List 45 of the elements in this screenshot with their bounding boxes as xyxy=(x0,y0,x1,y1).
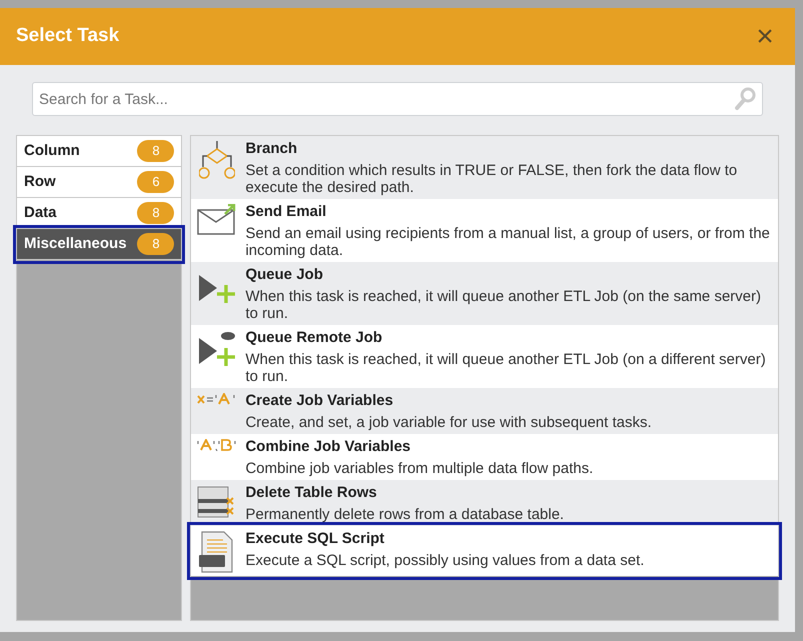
count-badge: 8 xyxy=(137,233,174,255)
close-button[interactable]: × xyxy=(751,22,779,50)
task-description: Execute a SQL script, possibly using values from a data set. xyxy=(245,552,644,569)
category-label: Row xyxy=(24,172,56,192)
count-badge: 6 xyxy=(137,171,174,193)
count-badge: 8 xyxy=(137,140,174,162)
search-field[interactable]: Search for a Task... xyxy=(32,82,763,116)
category-label: Miscellaneous xyxy=(24,234,127,254)
task-item[interactable]: Send Email Send an email using recipients from a manual list, a group of users, or from the incoming data. xyxy=(191,199,778,262)
task-item[interactable]: Branch Set a condition which results in TRUE or FALSE, then fork the data flow to execute the desired path. xyxy=(191,136,778,199)
category-item[interactable]: Data 8 xyxy=(17,198,182,229)
task-item[interactable]: Create Job Variables Create, and set, a job variable for use with subsequent tasks. xyxy=(191,388,778,434)
dialog-title: Select Task xyxy=(16,24,120,48)
task-item[interactable]: Queue Remote Job When this task is reached, it will queue another ETL Job (on a different server) to run. xyxy=(191,325,778,388)
task-title: Combine Job Variables xyxy=(245,437,412,456)
search-icon[interactable] xyxy=(734,87,756,111)
task-title: Execute SQL Script xyxy=(245,529,386,548)
task-description: When this task is reached, it will queue another ETL Job (on the same server) to run. xyxy=(245,288,762,322)
task-title: Delete Table Rows xyxy=(245,483,378,502)
task-description: Set a condition which results in TRUE or FALSE, then fork the data flow to execute the desired path. xyxy=(245,162,738,196)
envelope-icon xyxy=(197,204,238,236)
category-label: Data xyxy=(24,202,57,223)
task-item[interactable]: Combine Job Variables Combine job variables from multiple data flow paths. xyxy=(191,434,778,480)
task-description: Send an email using recipients from a manual list, a group of users, or from the incoming data. xyxy=(245,225,771,259)
assign-icon xyxy=(197,393,238,405)
task-title: Send Email xyxy=(245,202,328,221)
branch-icon xyxy=(199,141,236,181)
count-badge: 8 xyxy=(137,202,174,224)
task-item[interactable]: Queue Job When this task is reached, it will queue another ETL Job (on the same server) to run. xyxy=(191,262,778,325)
category-item[interactable]: Column 8 xyxy=(17,136,182,167)
category-item[interactable]: Row 6 xyxy=(17,167,182,198)
category-label: Column xyxy=(24,140,80,161)
task-description: Create, and set, a job variable for use with subsequent tasks. xyxy=(245,414,652,431)
task-title: Branch xyxy=(245,139,298,158)
task-title: Create Job Variables xyxy=(245,391,394,410)
quoted-letters-icon xyxy=(197,439,238,451)
sql-file-icon xyxy=(199,531,236,573)
task-description: Combine job variables from multiple data flow paths. xyxy=(245,460,594,477)
task-title: Queue Remote Job xyxy=(245,328,384,347)
task-description: Permanently delete rows from a database table. xyxy=(245,506,564,523)
play-plus-cloud-icon xyxy=(197,330,238,368)
task-item[interactable]: Delete Table Rows Permanently delete rows from a database table. xyxy=(191,480,778,526)
task-title: Queue Job xyxy=(245,265,324,284)
task-item[interactable]: Execute SQL Script Execute a SQL script, possibly using values from a data set. xyxy=(191,526,778,576)
task-description: When this task is reached, it will queue another ETL Job (on a different server) to run. xyxy=(245,351,767,385)
